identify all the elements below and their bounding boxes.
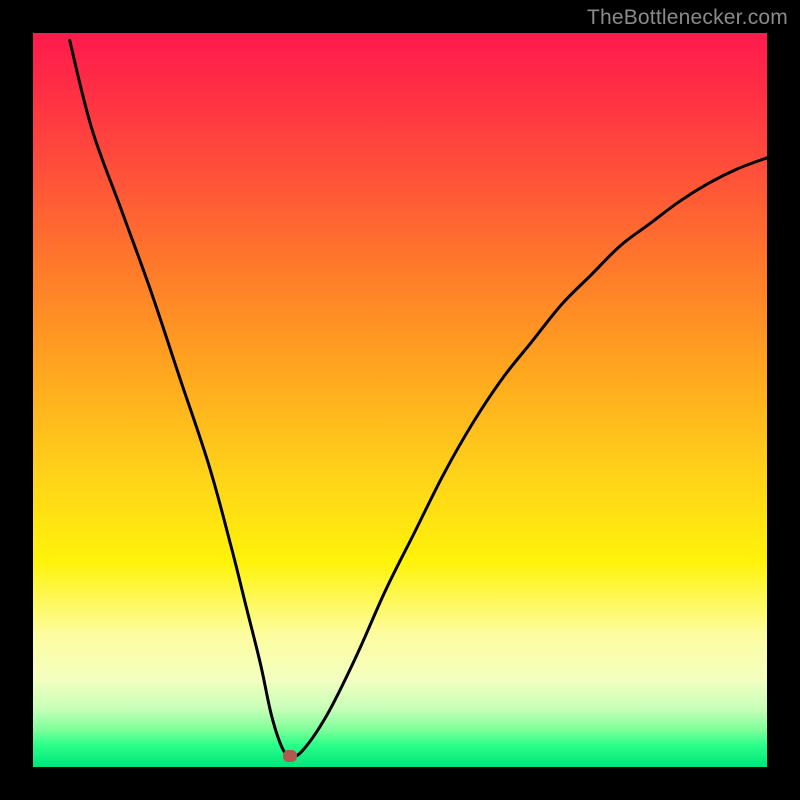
minimum-marker [283, 750, 297, 762]
chart-frame: TheBottlenecker.com [0, 0, 800, 800]
plot-area [33, 33, 767, 767]
bottleneck-curve [33, 33, 767, 767]
watermark-text: TheBottlenecker.com [587, 6, 788, 30]
